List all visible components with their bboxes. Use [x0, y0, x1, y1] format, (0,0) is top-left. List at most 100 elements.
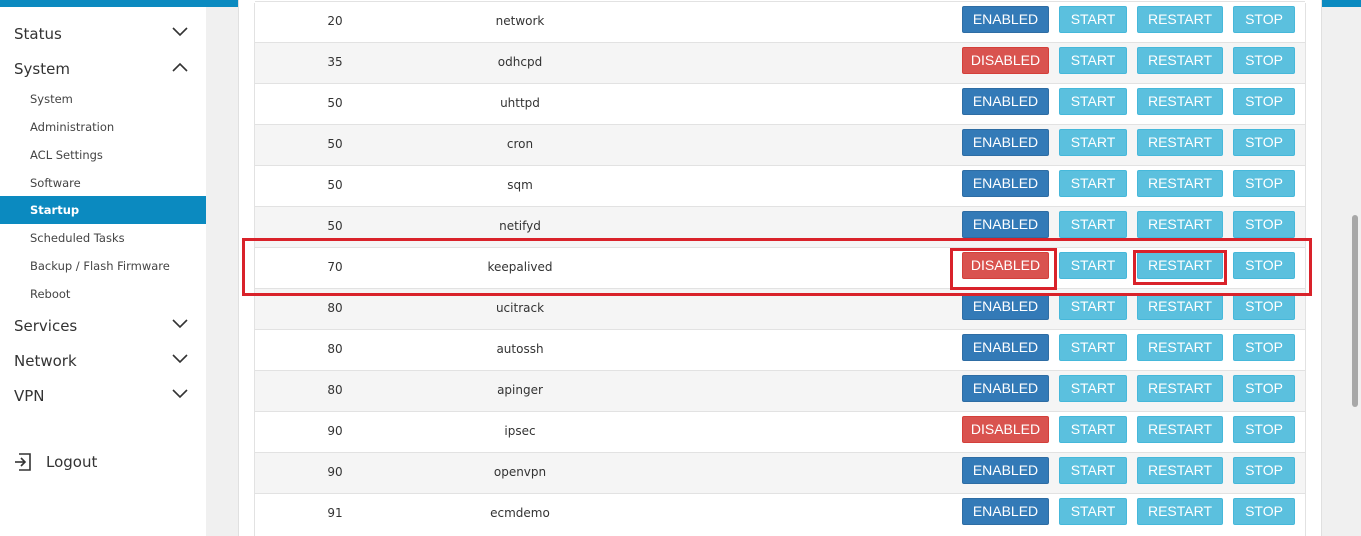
- table-row: 80 ucitrack ENABLED START RESTART STOP: [255, 288, 1305, 329]
- sidebar-group-label: Status: [14, 25, 62, 43]
- stop-button[interactable]: STOP: [1233, 375, 1295, 402]
- start-button[interactable]: START: [1059, 375, 1127, 402]
- stop-button[interactable]: STOP: [1233, 293, 1295, 320]
- enabled-toggle-button[interactable]: ENABLED: [962, 293, 1049, 320]
- sidebar-group-vpn[interactable]: VPN: [0, 380, 206, 410]
- sidebar-item-software[interactable]: Software: [0, 169, 206, 197]
- service-name-cell: cron: [506, 137, 534, 151]
- enabled-toggle-button[interactable]: ENABLED: [962, 334, 1049, 361]
- sidebar-item-administration[interactable]: Administration: [0, 113, 206, 141]
- start-button[interactable]: START: [1059, 88, 1127, 115]
- table-row: 80 autossh ENABLED START RESTART STOP: [255, 329, 1305, 370]
- stop-button[interactable]: STOP: [1233, 88, 1295, 115]
- sidebar-group-services[interactable]: Services: [0, 310, 206, 340]
- stop-button[interactable]: STOP: [1233, 170, 1295, 197]
- priority-cell: 35: [327, 55, 343, 69]
- table-row: 91 ecmdemo ENABLED START RESTART STOP: [255, 493, 1305, 534]
- chevron-down-icon: [172, 354, 188, 364]
- sidebar-group-status[interactable]: Status: [0, 18, 206, 48]
- start-button[interactable]: START: [1059, 334, 1127, 361]
- stop-button[interactable]: STOP: [1233, 6, 1295, 33]
- start-button[interactable]: START: [1059, 498, 1127, 525]
- enabled-toggle-button[interactable]: ENABLED: [962, 129, 1049, 156]
- start-button[interactable]: START: [1059, 416, 1127, 443]
- sidebar-group-label: Services: [14, 317, 78, 335]
- priority-cell: 90: [327, 465, 343, 479]
- stop-button[interactable]: STOP: [1233, 334, 1295, 361]
- start-button[interactable]: START: [1059, 47, 1127, 74]
- stop-button[interactable]: STOP: [1233, 47, 1295, 74]
- disabled-toggle-button[interactable]: DISABLED: [962, 252, 1049, 279]
- start-button[interactable]: START: [1059, 6, 1127, 33]
- table-row: 50 netifyd ENABLED START RESTART STOP: [255, 206, 1305, 247]
- restart-button[interactable]: RESTART: [1137, 129, 1223, 156]
- enabled-toggle-button[interactable]: ENABLED: [962, 88, 1049, 115]
- sidebar-item-reboot[interactable]: Reboot: [0, 280, 206, 308]
- sidebar: Status System System Administration ACL …: [0, 7, 206, 536]
- chevron-down-icon: [172, 389, 188, 399]
- priority-cell: 70: [327, 260, 343, 274]
- stop-button[interactable]: STOP: [1233, 498, 1295, 525]
- chevron-down-icon: [172, 319, 188, 329]
- restart-button[interactable]: RESTART: [1137, 211, 1223, 238]
- sidebar-group-system[interactable]: System: [0, 53, 206, 83]
- restart-button[interactable]: RESTART: [1137, 498, 1223, 525]
- priority-cell: 80: [327, 342, 343, 356]
- scrollbar-thumb[interactable]: [1352, 215, 1358, 407]
- restart-button[interactable]: RESTART: [1137, 170, 1223, 197]
- disabled-toggle-button[interactable]: DISABLED: [962, 416, 1049, 443]
- sidebar-item-acl-settings[interactable]: ACL Settings: [0, 141, 206, 169]
- start-button[interactable]: START: [1059, 293, 1127, 320]
- enabled-toggle-button[interactable]: ENABLED: [962, 6, 1049, 33]
- enabled-toggle-button[interactable]: ENABLED: [962, 375, 1049, 402]
- restart-button[interactable]: RESTART: [1137, 293, 1223, 320]
- enabled-toggle-button[interactable]: ENABLED: [962, 170, 1049, 197]
- restart-button[interactable]: RESTART: [1137, 47, 1223, 74]
- restart-button[interactable]: RESTART: [1137, 416, 1223, 443]
- service-name-cell: keepalived: [487, 260, 553, 274]
- stop-button[interactable]: STOP: [1233, 416, 1295, 443]
- stop-button[interactable]: STOP: [1233, 457, 1295, 484]
- startup-table: 20 network ENABLED START RESTART STOP 35 odhcpd…: [254, 1, 1306, 536]
- sidebar-item-backup-flash-firmware[interactable]: Backup / Flash Firmware: [0, 252, 206, 280]
- stop-button[interactable]: STOP: [1233, 252, 1295, 279]
- enabled-toggle-button[interactable]: ENABLED: [962, 211, 1049, 238]
- restart-button[interactable]: RESTART: [1137, 88, 1223, 115]
- start-button[interactable]: START: [1059, 252, 1127, 279]
- service-name-cell: ecmdemo: [490, 506, 550, 520]
- priority-cell: 80: [327, 301, 343, 315]
- table-row: 70 keepalived DISABLED START RESTART STOP: [255, 247, 1305, 288]
- disabled-toggle-button[interactable]: DISABLED: [962, 47, 1049, 74]
- sidebar-item-startup[interactable]: Startup: [0, 196, 206, 224]
- sidebar-group-network[interactable]: Network: [0, 345, 206, 375]
- chevron-down-icon: [172, 27, 188, 37]
- start-button[interactable]: START: [1059, 129, 1127, 156]
- restart-button[interactable]: RESTART: [1137, 6, 1223, 33]
- sidebar-item-label: Administration: [30, 120, 115, 134]
- start-button[interactable]: START: [1059, 170, 1127, 197]
- sidebar-item-system[interactable]: System: [0, 85, 206, 113]
- priority-cell: 20: [327, 14, 343, 28]
- sidebar-item-scheduled-tasks[interactable]: Scheduled Tasks: [0, 224, 206, 252]
- service-name-cell: autossh: [496, 342, 544, 356]
- stop-button[interactable]: STOP: [1233, 211, 1295, 238]
- start-button[interactable]: START: [1059, 457, 1127, 484]
- page-scrollbar[interactable]: [1348, 7, 1361, 536]
- service-name-cell: network: [495, 14, 545, 28]
- service-name-cell: odhcpd: [497, 55, 543, 69]
- stop-button[interactable]: STOP: [1233, 129, 1295, 156]
- restart-button[interactable]: RESTART: [1137, 375, 1223, 402]
- logout-button[interactable]: Logout: [0, 445, 206, 479]
- service-name-cell: uhttpd: [500, 96, 540, 110]
- chevron-up-icon: [172, 62, 188, 72]
- restart-button[interactable]: RESTART: [1137, 334, 1223, 361]
- sidebar-item-label: Backup / Flash Firmware: [30, 259, 170, 273]
- start-button[interactable]: START: [1059, 211, 1127, 238]
- enabled-toggle-button[interactable]: ENABLED: [962, 457, 1049, 484]
- enabled-toggle-button[interactable]: ENABLED: [962, 498, 1049, 525]
- table-row: 90 ipsec DISABLED START RESTART STOP: [255, 411, 1305, 452]
- sidebar-group-label: Network: [14, 352, 77, 370]
- service-name-cell: openvpn: [493, 465, 547, 479]
- restart-button[interactable]: RESTART: [1137, 457, 1223, 484]
- restart-button[interactable]: RESTART: [1137, 252, 1223, 279]
